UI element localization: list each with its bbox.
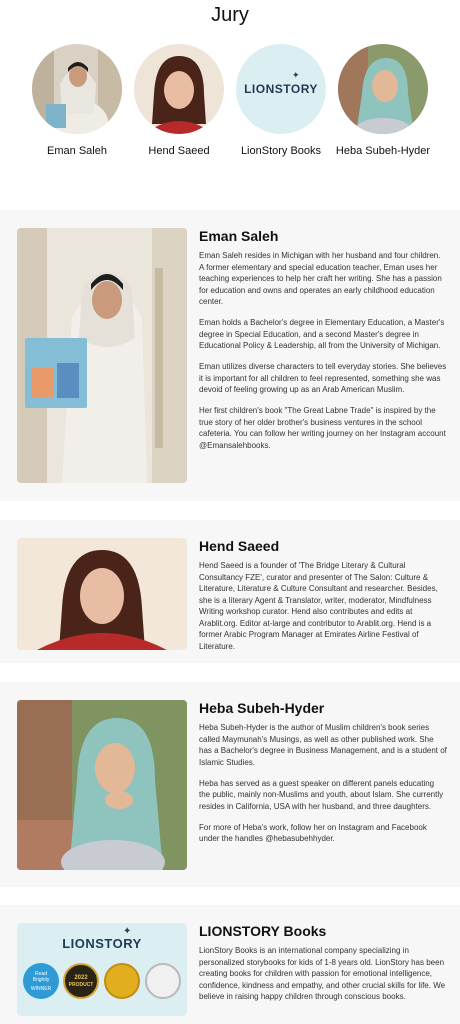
profile-text: Heba Subeh-Hyder Heba Subeh-Hyder is the… [199, 700, 447, 854]
sparkle-icon: ✦ [292, 70, 300, 80]
lionstory-banner: LIONSTORY ✦ Read Brightly WINNER 2022 PRODU… [17, 923, 187, 1016]
jury-row: Eman Saleh Hend Saeed LIONSTORY ✦ LionSt… [0, 44, 460, 184]
profile-name: LIONSTORY Books [199, 923, 327, 939]
page-title: Jury [211, 4, 249, 26]
award-badge-gold [104, 963, 140, 999]
profile-paragraph: Hend Saeed is a founder of 'The Bridge L… [199, 561, 438, 651]
profile-name: Heba Subeh-Hyder [199, 700, 325, 716]
jury-name: Heba Subeh-Hyder [335, 145, 431, 157]
profile-photo [17, 538, 187, 650]
profile-text: Hend Saeed Hend Saeed is a founder of 'T… [199, 538, 447, 662]
jury-member-lionstory-books[interactable]: LIONSTORY ✦ LionStory Books [231, 44, 331, 158]
profile-card-heba-subeh-hyder: Heba Subeh-Hyder Heba Subeh-Hyder is the… [0, 682, 460, 887]
profile-text: LIONSTORY Books LionStory Books is an in… [199, 923, 447, 1012]
profile-photo [17, 228, 187, 483]
profile-paragraph: For more of Heba's work, follow her on I… [199, 822, 427, 844]
profile-card-lionstory-books: LIONSTORY ✦ Read Brightly WINNER 2022 PRODU… [0, 905, 460, 1024]
jury-member-eman-saleh[interactable]: Eman Saleh [27, 44, 127, 158]
avatar[interactable] [338, 44, 428, 134]
profile-paragraph: Eman holds a Bachelor's degree in Elemen… [199, 318, 445, 350]
jury-name: LionStory Books [240, 145, 322, 157]
profile-text: Eman Saleh Eman Saleh resides in Michiga… [199, 228, 447, 461]
jury-member-heba-subeh-hyder[interactable]: Heba Subeh-Hyder [333, 44, 433, 158]
profile-name: Eman Saleh [199, 228, 279, 244]
logo-avatar[interactable]: LIONSTORY ✦ [236, 44, 326, 134]
lionstory-logo: LIONSTORY [244, 82, 318, 96]
profile-photo [17, 700, 187, 870]
award-badge-read-brightly: Read Brightly WINNER [23, 963, 59, 999]
avatar[interactable] [32, 44, 122, 134]
award-badge-silver [145, 963, 181, 999]
avatar[interactable] [134, 44, 224, 134]
lionstory-logo: LIONSTORY [62, 936, 142, 951]
profile-paragraph: Eman utilizes diverse characters to tell… [199, 362, 447, 394]
profile-paragraph: Eman Saleh resides in Michigan with her … [199, 251, 442, 306]
profile-paragraph: Heba has served as a guest speaker on di… [199, 778, 444, 811]
jury-name: Hend Saeed [148, 145, 210, 157]
profile-paragraph: Heba Subeh-Hyder is the author of Muslim… [199, 723, 447, 767]
profile-card-hend-saeed: Hend Saeed Hend Saeed is a founder of 'T… [0, 520, 460, 663]
profile-paragraph: LionStory Books is an international comp… [199, 946, 446, 1001]
award-badge-product: 2022 PRODUCT [63, 963, 99, 999]
profile-name: Hend Saeed [199, 538, 280, 554]
sparkle-icon: ✦ [123, 926, 132, 937]
jury-name: Eman Saleh [47, 145, 107, 157]
jury-member-hend-saeed[interactable]: Hend Saeed [129, 44, 229, 158]
profile-card-eman-saleh: Eman Saleh Eman Saleh resides in Michiga… [0, 210, 460, 501]
profile-paragraph: Her first children's book "The Great Lab… [199, 406, 446, 450]
